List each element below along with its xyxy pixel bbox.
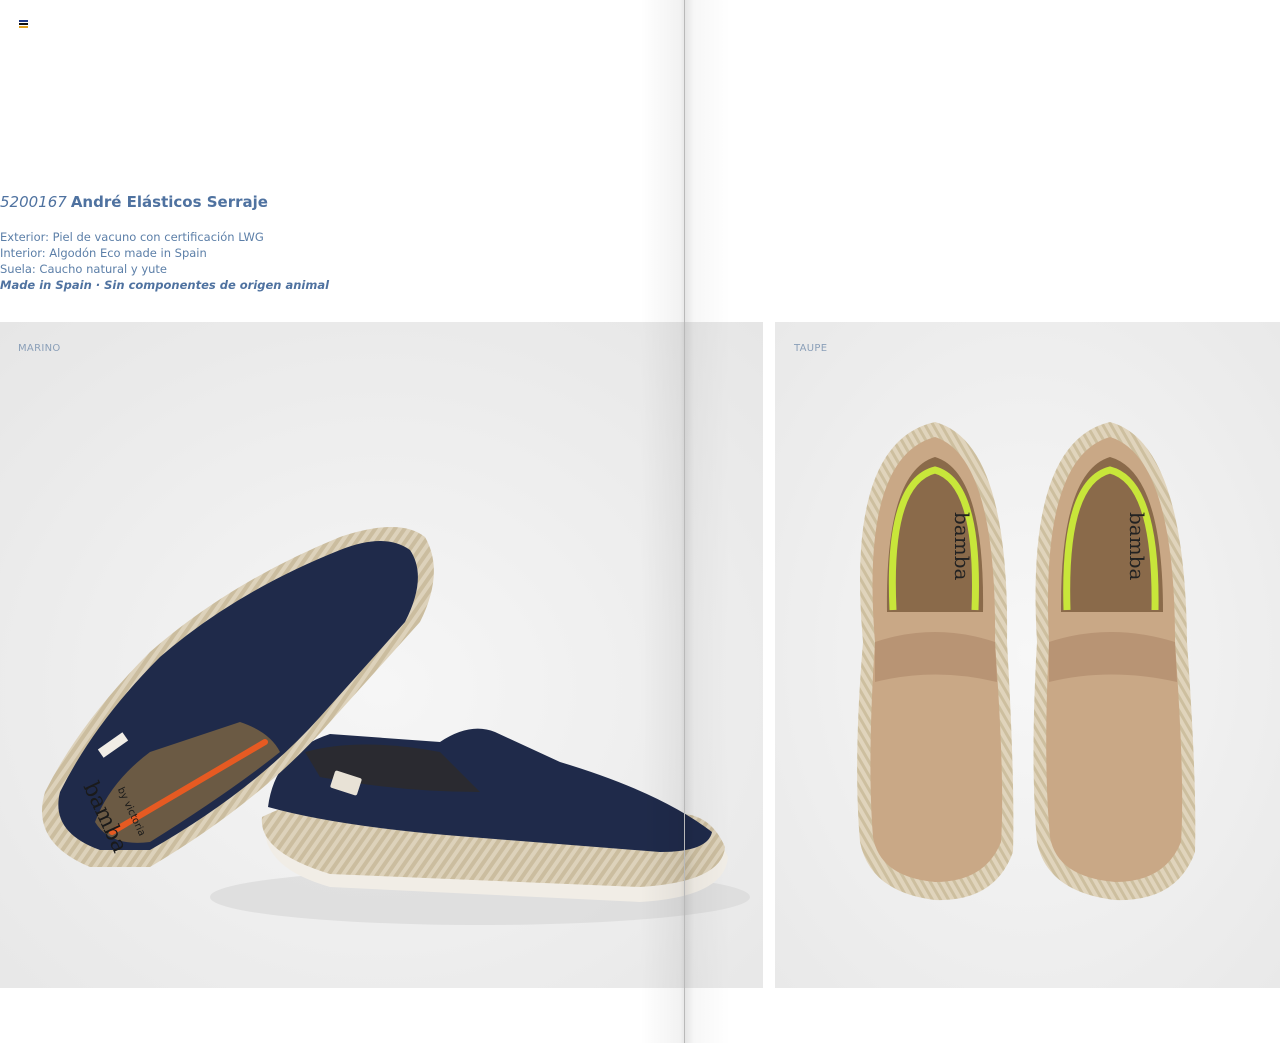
flag-menu-icon[interactable] — [19, 20, 28, 28]
variant-panel-marino: MARINO bamba by victoria — [0, 322, 763, 988]
taupe-shoe-left: bamba — [857, 422, 1014, 901]
taupe-espadrille-pair-photo: bamba bamba — [775, 322, 1280, 988]
spec-interior: Interior: Algodón Eco made in Spain — [0, 246, 207, 260]
product-code: 5200167 — [0, 193, 67, 211]
variant-color-label: MARINO — [18, 343, 61, 354]
variant-panel-taupe: TAUPE bamba bamba — [775, 322, 1280, 988]
spec-exterior: Exterior: Piel de vacuno con certificaci… — [0, 230, 264, 244]
product-specs: Exterior: Piel de vacuno con certificaci… — [0, 229, 329, 293]
navy-espadrille-pair-photo: bamba by victoria — [0, 322, 763, 988]
product-name: André Elásticos Serraje — [70, 193, 268, 211]
spec-highlight: Made in Spain · Sin componentes de orige… — [0, 278, 330, 292]
spec-sole: Suela: Caucho natural y yute — [0, 262, 168, 276]
insole-brand-mark: bamba — [950, 512, 974, 580]
variant-color-label: TAUPE — [794, 343, 828, 354]
page-spine-fold — [684, 0, 685, 1043]
catalog-spread: 5200167 André Elásticos Serraje Exterior:… — [0, 0, 1280, 1043]
insole-brand-mark: bamba — [1125, 512, 1149, 580]
product-title: 5200167 André Elásticos Serraje — [0, 193, 268, 211]
